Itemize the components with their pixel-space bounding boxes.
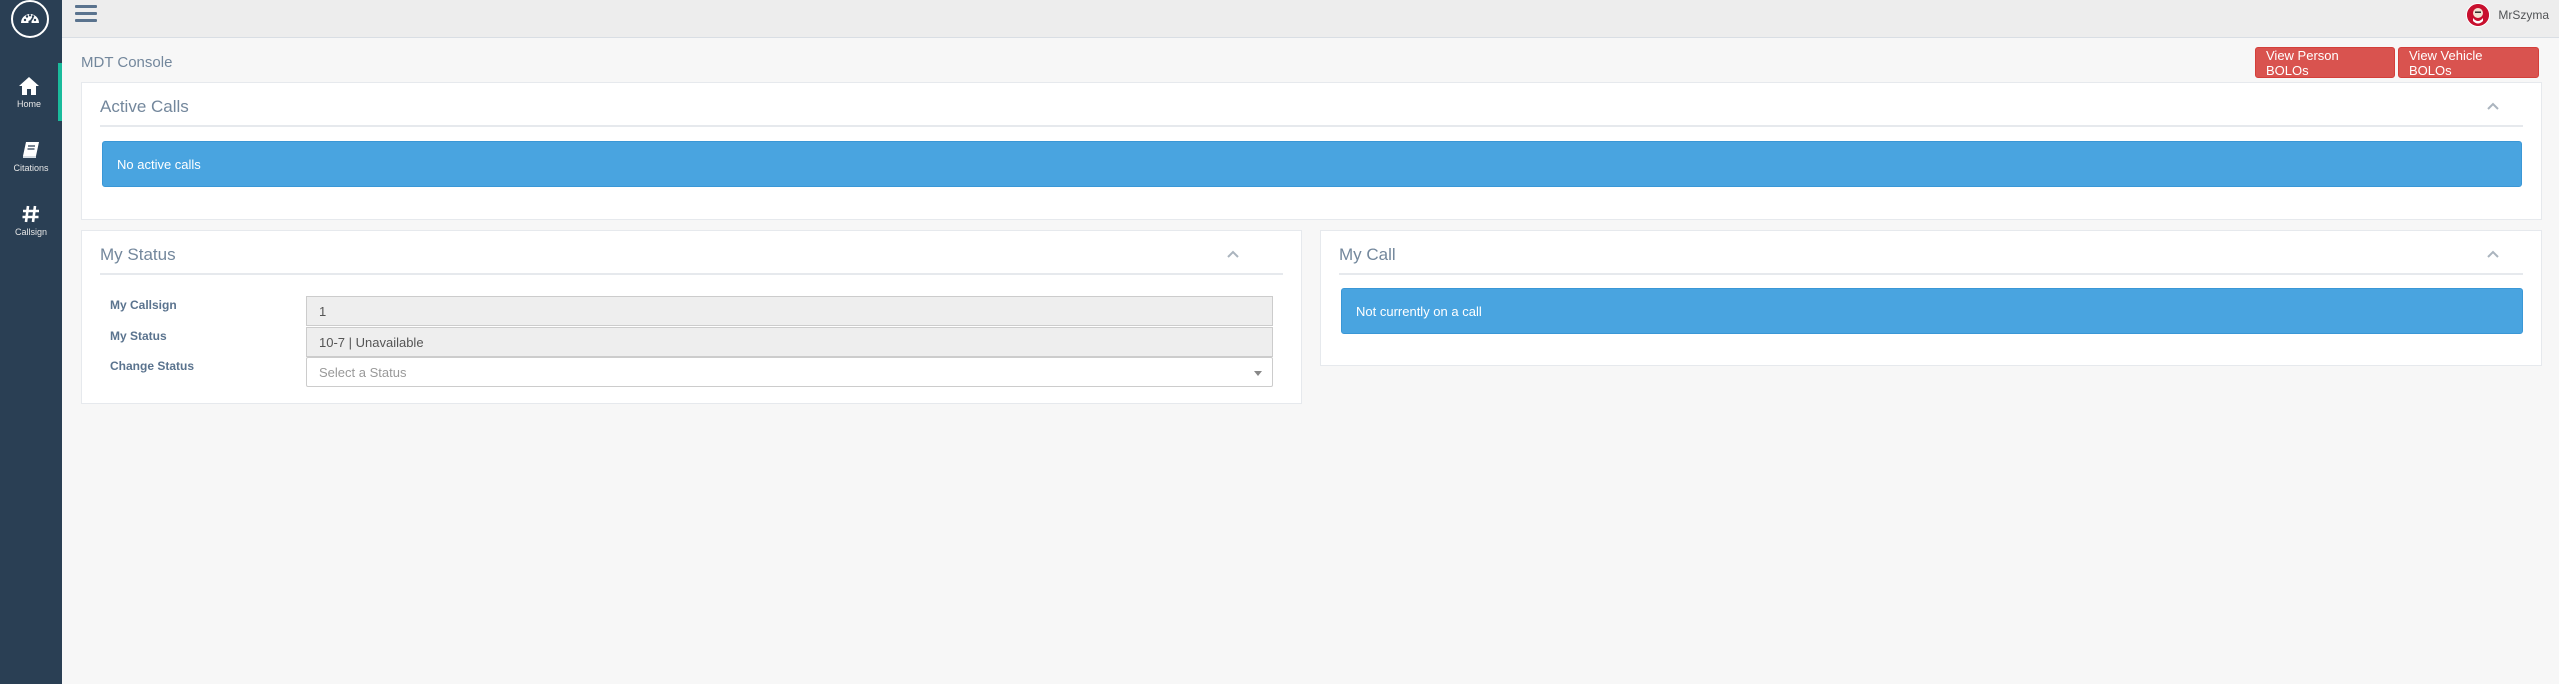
panel-divider <box>100 273 1283 275</box>
sidebar-item-citations[interactable]: Citations <box>0 127 62 185</box>
user-name: MrSzyma <box>2498 8 2549 22</box>
sidebar-item-callsign[interactable]: Callsign <box>0 191 62 249</box>
user-menu[interactable]: MrSzyma <box>2466 2 2549 28</box>
sidebar-item-home[interactable]: Home <box>0 63 62 121</box>
panel-title: Active Calls <box>100 97 189 116</box>
panel-divider <box>1339 273 2523 275</box>
change-status-select[interactable]: Select a Status <box>306 357 1273 387</box>
select-placeholder: Select a Status <box>319 364 407 380</box>
my-callsign-field: 1 <box>306 296 1273 326</box>
home-icon <box>19 76 39 95</box>
top-navbar: MrSzyma <box>62 0 2559 38</box>
chevron-up-icon[interactable] <box>2483 97 2503 117</box>
panel-divider <box>100 125 2523 127</box>
avatar <box>2466 3 2491 27</box>
my-status-field: 10-7 | Unavailable <box>306 327 1273 357</box>
hamburger-menu-icon[interactable] <box>75 5 97 25</box>
active-calls-panel: Active Calls No active calls <box>81 82 2542 220</box>
sidebar-item-label: Home <box>16 98 41 109</box>
panel-title: My Status <box>100 245 176 264</box>
brand-logo[interactable] <box>11 0 49 38</box>
change-status-label: Change Status <box>110 359 195 373</box>
my-callsign-label: My Callsign <box>110 298 177 312</box>
page-title: MDT Console <box>81 54 173 71</box>
dashboard-gauge-icon <box>21 14 39 24</box>
panel-title: My Call <box>1339 245 1396 264</box>
sidebar-item-label: Citations <box>13 162 49 173</box>
view-person-bolos-button[interactable]: View Person BOLOs <box>2255 47 2395 78</box>
chevron-up-icon[interactable] <box>2483 245 2503 265</box>
sidebar-item-label: Callsign <box>14 226 47 237</box>
caret-down-icon <box>1254 371 1262 376</box>
my-call-panel: My Call Not currently on a call <box>1320 230 2542 366</box>
sidebar: Home Citations Callsign <box>0 0 62 684</box>
my-status-label: My Status <box>110 329 167 343</box>
hash-icon <box>22 205 39 222</box>
book-icon <box>23 141 39 158</box>
not-on-call-alert: Not currently on a call <box>1341 288 2523 334</box>
view-vehicle-bolos-button[interactable]: View Vehicle BOLOs <box>2398 47 2539 78</box>
no-active-calls-alert: No active calls <box>102 141 2522 187</box>
chevron-up-icon[interactable] <box>1223 245 1243 265</box>
